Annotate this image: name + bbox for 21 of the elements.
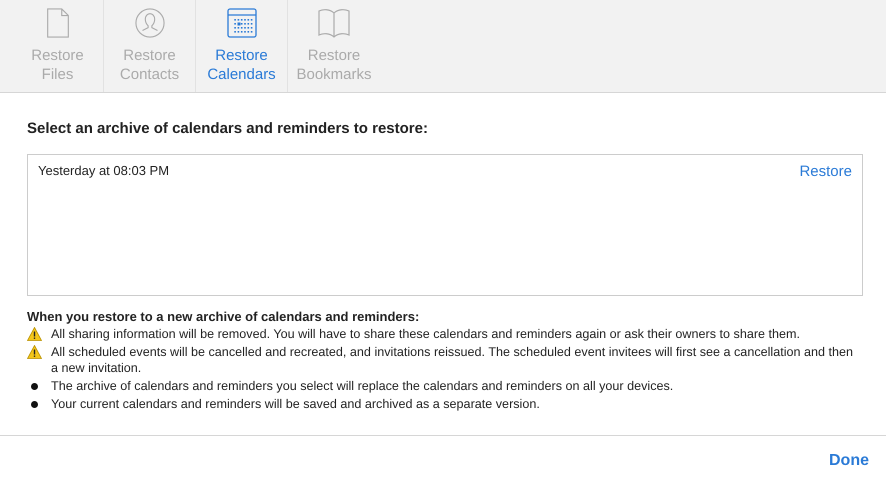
note-text: All sharing information will be removed. You will have to share these calendars and reminders again or ask their owners to share them. <box>51 326 802 342</box>
person-icon <box>134 8 166 38</box>
calendar-icon <box>226 8 256 38</box>
warning-icon <box>27 345 42 359</box>
warning-icon <box>27 327 42 341</box>
note-text: The archive of calendars and reminders you select will replace the calendars and reminders on all your devices. <box>51 378 674 394</box>
bullet-icon <box>31 401 38 408</box>
tab[interactable]: Restore Calendars <box>196 0 288 92</box>
archive-date: Yesterday at 08:03 PM <box>38 163 170 180</box>
tab[interactable]: Restore Files <box>12 0 104 92</box>
tab[interactable]: Restore Bookmarks <box>288 0 380 92</box>
tab[interactable]: Restore Contacts <box>104 0 196 92</box>
restore-link[interactable]: Restore <box>799 163 852 180</box>
notes-heading: When you restore to a new archive of calendars and reminders: <box>27 309 420 324</box>
book-icon <box>318 8 350 38</box>
note-text: Your current calendars and reminders will be saved and archived as a separate version. <box>51 396 541 412</box>
bullet-icon <box>31 383 38 390</box>
note-text: All scheduled events will be cancelled and recreated, and invitations reissued. The scheduled event invitees will first see a cancellation and then a new invitation. <box>51 344 854 376</box>
section-heading: Select an archive of calendars and reminders to restore: <box>27 120 429 137</box>
done-button[interactable]: Done <box>829 452 869 470</box>
document-icon <box>46 8 70 38</box>
